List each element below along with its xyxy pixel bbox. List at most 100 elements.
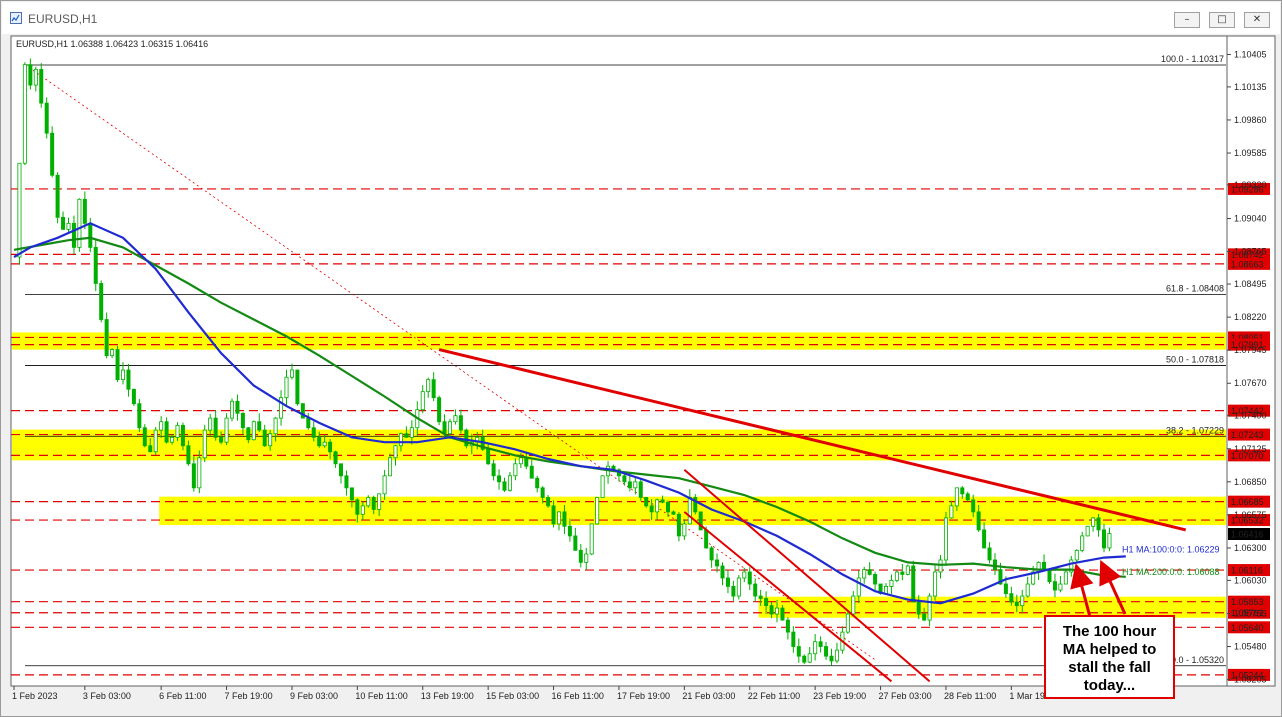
candle-body [251, 421, 256, 441]
candle-body [121, 369, 126, 381]
candle-body [764, 598, 769, 607]
candle-body [851, 595, 856, 615]
candle-body [447, 421, 452, 435]
candle-body [666, 501, 671, 513]
candle-body [153, 429, 158, 453]
candle-body [753, 583, 758, 597]
candle-body [28, 64, 33, 86]
candle-body [388, 457, 393, 477]
candle-body [186, 445, 191, 465]
candle-body [437, 397, 442, 423]
y-tick-label: 1.06030 [1234, 575, 1267, 585]
price-chart[interactable]: 1.092861.087421.086631.080511.079911.074… [0, 0, 1282, 717]
y-tick-label: 1.07670 [1234, 378, 1267, 388]
candle-body [110, 349, 115, 356]
y-tick-label: 1.07400 [1234, 411, 1267, 421]
candle-body [17, 162, 22, 258]
candle-body [273, 417, 278, 435]
candle-body [802, 655, 807, 663]
y-tick-label: 1.08495 [1234, 279, 1267, 289]
candle-body [170, 436, 175, 443]
candle-body [240, 412, 245, 429]
candle-body [453, 415, 458, 423]
y-tick-label: 1.10135 [1234, 82, 1267, 92]
candle-body [943, 517, 948, 561]
candle-body [295, 369, 300, 405]
y-tick-label: 1.10405 [1234, 49, 1267, 59]
candle-body [807, 653, 812, 663]
x-tick-label: 6 Feb 11:00 [159, 691, 206, 701]
candle-body [333, 451, 338, 465]
x-tick-label: 7 Feb 19:00 [225, 691, 273, 701]
x-tick-label: 1 Feb 2023 [12, 691, 58, 701]
candle-body [148, 445, 153, 453]
candle-body [736, 577, 741, 597]
candle-body [262, 429, 267, 447]
candle-body [671, 511, 676, 515]
candle-body [976, 511, 981, 531]
y-tick-label: 1.09585 [1234, 148, 1267, 158]
y-tick-label: 1.08765 [1234, 247, 1267, 257]
candle-body [649, 505, 654, 513]
fib-level-label: 0.0 - 1.05320 [1171, 655, 1224, 665]
candle-body [775, 607, 780, 615]
level-price-label: 1.06685 [1231, 497, 1264, 507]
candle-body [589, 523, 594, 555]
candle-body [235, 400, 240, 414]
candle-body [268, 433, 273, 447]
candle-body [884, 586, 889, 595]
candle-body [1003, 583, 1008, 595]
callout-line: The 100 hour [1062, 623, 1157, 640]
candle-body [889, 580, 894, 587]
candle-body [960, 487, 965, 495]
candle-body [785, 619, 790, 633]
price-axis-area[interactable] [1226, 35, 1276, 687]
candle-body [633, 481, 638, 489]
candle-body [742, 571, 747, 579]
y-tick-label: 1.06300 [1234, 543, 1267, 553]
candle-body [682, 523, 687, 537]
candle-body [142, 427, 147, 447]
candle-body [562, 511, 567, 527]
candle-body [1052, 581, 1057, 591]
x-tick-label: 13 Feb 19:00 [421, 691, 474, 701]
x-tick-label: 3 Feb 03:00 [83, 691, 131, 701]
candle-body [33, 69, 38, 86]
chart-plot-area[interactable] [10, 35, 1228, 687]
candle-body [524, 457, 529, 467]
candle-body [927, 595, 932, 621]
y-tick-label: 1.06850 [1234, 477, 1267, 487]
candle-body [780, 607, 785, 621]
x-tick-label: 23 Feb 19:00 [813, 691, 866, 701]
candle-body [104, 319, 109, 356]
candle-body [99, 283, 104, 320]
candle-body [573, 535, 578, 551]
yellow-zone [12, 332, 1226, 350]
candle-body [491, 463, 496, 477]
level-price-label: 1.07243 [1231, 430, 1264, 440]
candle-body [349, 487, 354, 501]
candle-body [502, 481, 507, 491]
candle-body [371, 497, 376, 510]
fib-level-label: 38.2 - 1.07229 [1166, 425, 1224, 435]
candle-body [818, 641, 823, 647]
candle-body [137, 403, 142, 429]
candle-body [420, 391, 425, 411]
candle-body [355, 499, 360, 515]
candle-body [1058, 583, 1063, 591]
candle-body [557, 511, 562, 525]
candle-body [66, 222, 71, 230]
candle-body [965, 493, 970, 501]
candle-body [55, 174, 60, 218]
candle-body [1107, 533, 1112, 549]
candle-body [219, 436, 224, 443]
x-tick-label: 15 Feb 03:00 [486, 691, 539, 701]
candle-body [655, 499, 660, 513]
candle-body [246, 427, 251, 441]
candle-body [213, 417, 218, 438]
candle-body [289, 369, 294, 378]
level-price-label: 1.08663 [1231, 259, 1264, 269]
candle-body [88, 222, 93, 248]
candle-body [1025, 583, 1030, 597]
candle-body [911, 565, 916, 603]
